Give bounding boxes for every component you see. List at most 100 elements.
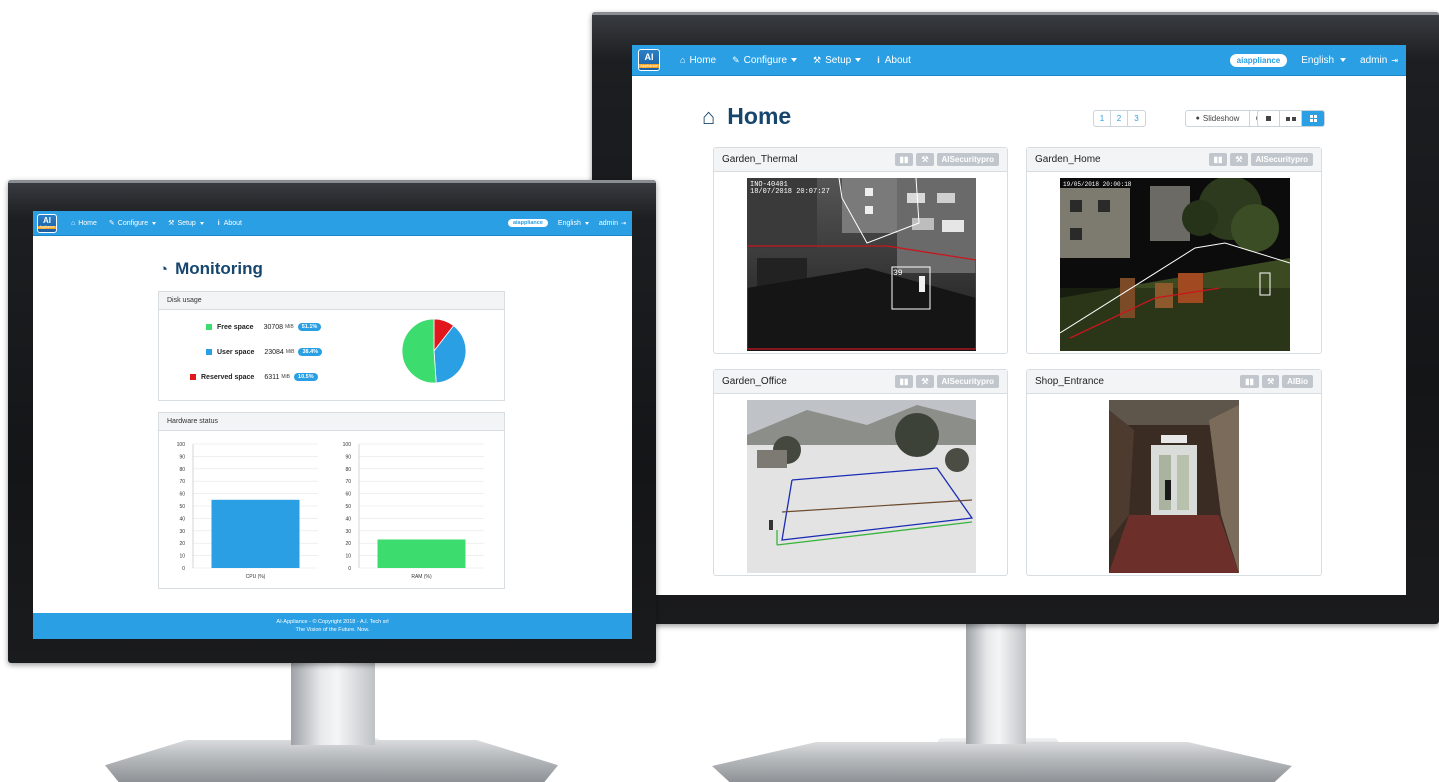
panel-title: Disk usage	[159, 292, 504, 310]
info-icon: i	[217, 219, 220, 227]
wrench-icon[interactable]: ⚒	[916, 153, 934, 166]
panel-title: Hardware status	[159, 413, 504, 431]
language-dropdown[interactable]: English	[558, 220, 589, 227]
camera-card-garden-thermal[interactable]: Garden_Thermal ▮▮ ⚒ AISecuritypro 39 INO…	[713, 147, 1008, 354]
legend-percent-badge: 10.5%	[294, 373, 318, 381]
info-icon: i	[877, 55, 880, 65]
chevron-down-icon	[791, 58, 798, 62]
stats-icon[interactable]: ▮▮	[894, 153, 914, 166]
wrench-icon[interactable]: ⚒	[916, 375, 934, 388]
left-stand-neck	[291, 663, 375, 745]
slideshow-button[interactable]: ● Slideshow	[1186, 111, 1250, 126]
y-tick-label: 30	[345, 529, 351, 535]
y-tick-label: 70	[345, 479, 351, 485]
legend-value: 6311	[264, 373, 280, 381]
right-screen: AI Appliance ⌂ Home ✎ Configure ⚒ Setup …	[632, 45, 1406, 595]
stats-icon[interactable]: ▮▮	[894, 375, 914, 388]
footer-tagline: The Vision of the Future. Now.	[295, 627, 370, 633]
y-tick-label: 90	[345, 454, 351, 460]
grid-view-icon	[1309, 115, 1317, 122]
app-tag[interactable]: AISecuritypro	[936, 153, 999, 166]
detection-id: 39	[893, 269, 903, 278]
x-category-label: CPU (%)	[246, 574, 266, 580]
wrench-icon: ⚒	[813, 54, 822, 65]
app-logo[interactable]: AI Appliance	[37, 213, 57, 233]
y-tick-label: 10	[345, 554, 351, 560]
camera-card-shop-entrance[interactable]: Shop_Entrance ▮▮ ⚒ AIBio	[1026, 369, 1322, 576]
app-tag[interactable]: AISecuritypro	[1250, 153, 1313, 166]
y-tick-label: 100	[343, 442, 352, 448]
user-menu[interactable]: admin ⇥	[599, 220, 626, 227]
logout-icon: ⇥	[620, 220, 626, 227]
legend-label: Reserved space	[201, 373, 255, 381]
double-view-icon	[1285, 116, 1296, 121]
left-stand-base	[105, 740, 558, 782]
user-label: admin	[598, 219, 618, 227]
entrance-scene	[1109, 400, 1239, 573]
navbar: AI Appliance ⌂ Home ✎ Configure ⚒ Setup …	[33, 211, 632, 236]
y-tick-label: 0	[348, 566, 351, 572]
app-logo[interactable]: AI Appliance	[638, 49, 660, 71]
cpu-bar-chart: 0 10 20 30 40 50 60 70 80 90 100 CPU (%)	[177, 442, 318, 580]
home-icon: ⌂	[680, 55, 686, 65]
layout-single-button[interactable]	[1258, 111, 1280, 126]
page-title-text: Home	[727, 103, 792, 129]
page-1-button[interactable]: 1	[1094, 111, 1111, 126]
svg-text:18/07/2018 20:07:27: 18/07/2018 20:07:27	[750, 188, 830, 196]
logo-text: AI	[43, 215, 51, 225]
language-label: English	[557, 219, 581, 227]
camera-card-garden-home[interactable]: Garden_Home ▮▮ ⚒ AISecuritypro 19/05/201…	[1026, 147, 1322, 354]
camera-name: Garden_Office	[722, 376, 787, 387]
app-tag[interactable]: AIBio	[1282, 375, 1313, 388]
disk-usage-panel: Disk usage Free space 30708 MiB 51.1% Us…	[158, 291, 505, 401]
nav-about-label: About	[884, 54, 911, 66]
wrench-icon: ⚒	[168, 220, 175, 227]
camera-feed[interactable]	[1109, 400, 1239, 573]
legend-unit: MiB	[281, 374, 291, 380]
nav-about-label: About	[223, 219, 242, 227]
user-menu[interactable]: admin ⇥	[1360, 55, 1398, 66]
language-dropdown[interactable]: English	[1301, 55, 1347, 66]
reserved-space-swatch	[190, 374, 196, 380]
nav-setup[interactable]: ⚒ Setup	[813, 54, 862, 66]
stats-icon[interactable]: ▮▮	[1208, 153, 1228, 166]
thermal-scene: 39 INO-40401 18/07/2018 20:07:27	[747, 178, 976, 351]
y-tick-label: 0	[182, 566, 185, 572]
y-tick-label: 70	[179, 479, 185, 485]
camera-feed[interactable]: 19/05/2018 20:00:18	[1060, 178, 1290, 351]
nav-about[interactable]: i About	[877, 55, 911, 66]
camera-card-garden-office[interactable]: Garden_Office ▮▮ ⚒ AISecuritypro	[713, 369, 1008, 576]
nav-configure[interactable]: ✎ Configure	[732, 55, 798, 66]
legend-percent-badge: 38.4%	[298, 348, 323, 356]
app-tag[interactable]: AISecuritypro	[936, 375, 999, 388]
layout-double-button[interactable]	[1280, 111, 1302, 126]
logo-subtext: Appliance	[639, 62, 659, 68]
wrench-icon[interactable]: ⚒	[1261, 375, 1280, 388]
y-tick-label: 10	[179, 554, 185, 560]
y-tick-label: 20	[345, 541, 351, 547]
page-title-text: Monitoring	[175, 259, 263, 278]
home-icon: ⌂	[71, 219, 76, 227]
stats-icon[interactable]: ▮▮	[1240, 375, 1259, 388]
camera-feed[interactable]	[747, 400, 976, 573]
play-icon: ●	[1195, 115, 1200, 122]
pagination: 1 2 3	[1093, 110, 1146, 127]
nav-setup[interactable]: ⚒ Setup	[168, 219, 204, 227]
nav-home[interactable]: ⌂ Home	[71, 220, 97, 227]
disk-usage-pie-chart	[401, 318, 467, 384]
nav-configure[interactable]: ✎ Configure	[109, 219, 157, 227]
free-space-swatch	[206, 324, 212, 330]
layout-grid-button[interactable]	[1302, 111, 1324, 126]
page-2-button[interactable]: 2	[1111, 111, 1128, 126]
y-tick-label: 60	[345, 492, 351, 498]
logo-subtext: Appliance	[38, 224, 56, 230]
wrench-icon[interactable]: ⚒	[1230, 153, 1248, 166]
x-category-label: RAM (%)	[411, 574, 432, 580]
hardware-status-panel: Hardware status 0 10 20 30 40 50 60 70 80 90 100 CP…	[158, 412, 505, 589]
page-3-button[interactable]: 3	[1128, 111, 1145, 126]
nav-about[interactable]: i About	[218, 220, 242, 227]
nav-home[interactable]: ⌂ Home	[680, 55, 716, 66]
pie-slice-free-space	[401, 318, 437, 384]
legend-reserved-space: Reserved space 6311 MiB 10.5%	[190, 373, 318, 381]
camera-feed[interactable]: 39 INO-40401 18/07/2018 20:07:27	[747, 178, 976, 351]
